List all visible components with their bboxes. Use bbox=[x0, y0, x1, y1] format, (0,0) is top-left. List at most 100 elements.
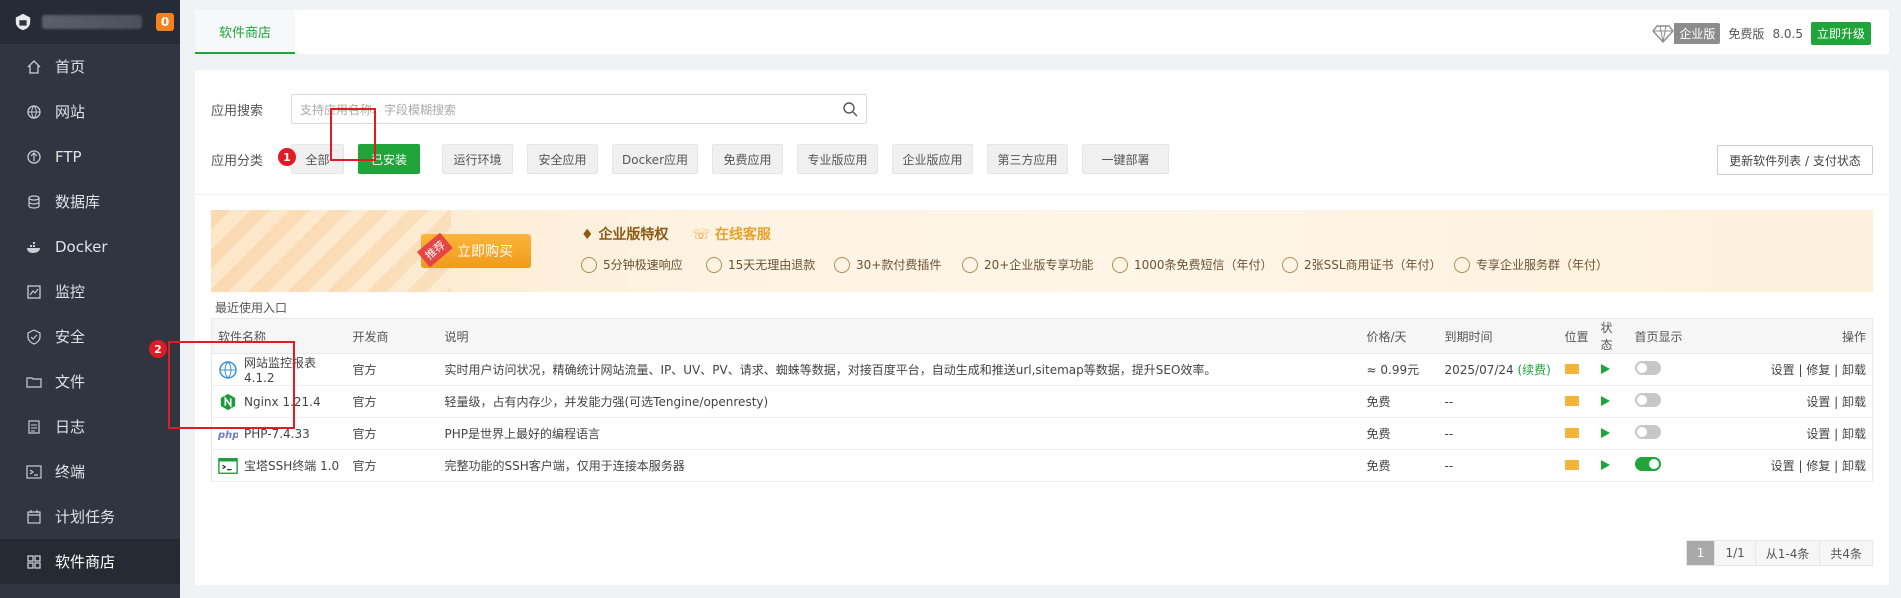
mail-icon bbox=[1112, 256, 1128, 273]
category-security[interactable]: 安全应用 bbox=[527, 144, 598, 174]
pagination: 1 1/1 从1-4条 共4条 bbox=[1685, 540, 1873, 566]
app-ops[interactable]: 设置 | 卸载 bbox=[1708, 385, 1873, 418]
play-icon[interactable] bbox=[1600, 459, 1610, 470]
homepage-toggle[interactable] bbox=[1634, 393, 1661, 407]
category-runtime[interactable]: 运行环境 bbox=[442, 144, 513, 174]
annotation-box-1 bbox=[330, 108, 376, 161]
folder-icon[interactable] bbox=[1564, 395, 1579, 406]
enterprise-tag[interactable]: 企业版 bbox=[1652, 23, 1721, 44]
page-count: 1/1 bbox=[1714, 540, 1756, 566]
feature-item: 20+企业版专享功能 bbox=[962, 256, 1112, 273]
feature-item: 专享企业服务群（年付） bbox=[1454, 256, 1624, 273]
feature-label: 5分钟极速响应 bbox=[603, 258, 683, 272]
renew-link[interactable]: (续费) bbox=[1518, 363, 1551, 377]
play-icon[interactable] bbox=[1600, 427, 1610, 438]
enterprise-label: 企业版 bbox=[1674, 23, 1721, 44]
search-row: 应用搜索 支持应用名称、字段模糊搜索 bbox=[211, 94, 867, 124]
ssl-icon bbox=[1282, 256, 1298, 273]
category-one-click[interactable]: 一键部署 bbox=[1082, 144, 1169, 174]
buy-now-button[interactable]: 推荐 立即购买 bbox=[417, 232, 531, 268]
page-current[interactable]: 1 bbox=[1685, 540, 1716, 566]
logo-icon bbox=[15, 13, 31, 31]
sidebar-nav: 首页 网站 FTP 数据库 Docker 监控 安全 文件 日志 终端 计划任务… bbox=[0, 44, 180, 584]
sidebar-item-label: 网站 bbox=[55, 103, 86, 121]
app-dev: 官方 bbox=[346, 449, 439, 482]
diamond-icon bbox=[1652, 24, 1675, 43]
banner-title-text: 企业版特权 bbox=[598, 227, 669, 243]
edition-info: 企业版 免费版 8.0.5 立即升级 bbox=[1652, 22, 1871, 45]
category-free[interactable]: 免费应用 bbox=[712, 144, 783, 174]
annotation-box-2 bbox=[168, 341, 295, 429]
app-ops[interactable]: 设置 | 卸载 bbox=[1708, 417, 1873, 450]
search-icon[interactable] bbox=[842, 101, 858, 117]
sidebar-item-label: 终端 bbox=[55, 463, 86, 481]
category-third-party[interactable]: 第三方应用 bbox=[987, 144, 1068, 174]
app-expire: -- bbox=[1438, 449, 1559, 482]
category-pro[interactable]: 专业版应用 bbox=[797, 144, 878, 174]
folder-icon[interactable] bbox=[1564, 363, 1579, 374]
sidebar-item-store[interactable]: 软件商店 bbox=[0, 539, 180, 584]
search-input[interactable]: 支持应用名称、字段模糊搜索 bbox=[291, 94, 867, 124]
sidebar-item-docker[interactable]: Docker bbox=[0, 224, 180, 269]
ftp-icon bbox=[27, 149, 41, 164]
annotation-number-2: 2 bbox=[149, 340, 167, 358]
homepage-toggle[interactable] bbox=[1634, 425, 1661, 439]
homepage-toggle[interactable] bbox=[1634, 457, 1661, 471]
tab-software-store[interactable]: 软件商店 bbox=[195, 10, 295, 54]
sidebar-item-label: 首页 bbox=[55, 58, 86, 76]
sidebar-item-ftp[interactable]: FTP bbox=[0, 134, 180, 179]
recent-entry-label[interactable]: 最近使用入口 bbox=[215, 299, 287, 316]
folder-icon bbox=[26, 376, 42, 388]
sidebar-item-label: FTP bbox=[55, 147, 82, 166]
feature-item: 30+款付费插件 bbox=[834, 256, 962, 273]
feature-item: 2张SSL商用证书（年付） bbox=[1282, 256, 1454, 273]
page-range: 从1-4条 bbox=[1754, 540, 1821, 566]
category-enterprise[interactable]: 企业版应用 bbox=[892, 144, 973, 174]
table-row: Nginx 1.21.4 官方 轻量级，占有内存少，并发能力强(可选Tengin… bbox=[211, 385, 1873, 418]
buy-label: 立即购买 bbox=[457, 244, 513, 260]
sidebar-item-database[interactable]: 数据库 bbox=[0, 179, 180, 224]
sidebar-item-website[interactable]: 网站 bbox=[0, 89, 180, 134]
app-price: 免费 bbox=[1360, 385, 1439, 418]
expire-date: 2025/07/24 bbox=[1444, 363, 1514, 377]
globe-icon bbox=[27, 104, 41, 119]
table-header: 软件名称 开发商 说明 价格/天 到期时间 位置 状态 首页显示 操作 bbox=[211, 318, 1873, 354]
online-service-link[interactable]: ☏ 在线客服 bbox=[692, 224, 770, 244]
banner-decoration bbox=[211, 210, 451, 292]
docker-icon bbox=[27, 241, 40, 253]
sidebar-item-files[interactable]: 文件 bbox=[0, 359, 180, 404]
category-docker[interactable]: Docker应用 bbox=[612, 144, 698, 174]
notification-badge[interactable]: 0 bbox=[156, 13, 174, 31]
folder-icon[interactable] bbox=[1564, 427, 1579, 438]
table-row: 网站监控报表 4.1.2 官方 实时用户访问状况，精确统计网站流量、IP、UV、… bbox=[211, 353, 1873, 386]
app-price: ≈ 0.99元 bbox=[1360, 353, 1439, 386]
calendar-icon bbox=[27, 509, 41, 524]
sidebar-item-logs[interactable]: 日志 bbox=[0, 404, 180, 449]
free-edition-label: 免费版 bbox=[1728, 27, 1765, 41]
app-desc: PHP是世界上最好的编程语言 bbox=[438, 417, 1361, 450]
homepage-toggle[interactable] bbox=[1634, 361, 1661, 375]
play-icon[interactable] bbox=[1600, 395, 1610, 406]
folder-icon[interactable] bbox=[1564, 459, 1579, 470]
sidebar-item-terminal[interactable]: 终端 bbox=[0, 449, 180, 494]
app-name[interactable]: 宝塔SSH终端 1.0 bbox=[244, 457, 339, 474]
divider bbox=[195, 194, 1889, 195]
col-dev: 开发商 bbox=[346, 318, 439, 354]
terminal-icon bbox=[26, 464, 42, 479]
col-ops: 操作 bbox=[1708, 318, 1873, 354]
store-panel: 应用搜索 支持应用名称、字段模糊搜索 应用分类 全部 已安装 运行环境 安全应用… bbox=[149, 70, 1889, 585]
app-ops[interactable]: 设置 | 修复 | 卸载 bbox=[1708, 449, 1873, 482]
sidebar-item-cron[interactable]: 计划任务 bbox=[0, 494, 180, 539]
sidebar-item-home[interactable]: 首页 bbox=[0, 44, 180, 89]
home-icon bbox=[27, 59, 41, 74]
recommend-tag: 推荐 bbox=[417, 232, 453, 268]
app-ops[interactable]: 设置 | 修复 | 卸载 bbox=[1708, 353, 1873, 386]
sidebar-item-monitor[interactable]: 监控 bbox=[0, 269, 180, 314]
feature-label: 专享企业服务群（年付） bbox=[1476, 258, 1609, 272]
upgrade-button[interactable]: 立即升级 bbox=[1810, 22, 1871, 45]
feature-label: 2张SSL商用证书（年付） bbox=[1304, 258, 1442, 272]
refresh-list-button[interactable]: 更新软件列表 / 支付状态 bbox=[1717, 145, 1873, 175]
play-icon[interactable] bbox=[1600, 363, 1610, 374]
banner-title-row: ♦ 企业版特权 ☏ 在线客服 bbox=[581, 224, 771, 244]
sidebar-item-label: 日志 bbox=[55, 418, 86, 436]
